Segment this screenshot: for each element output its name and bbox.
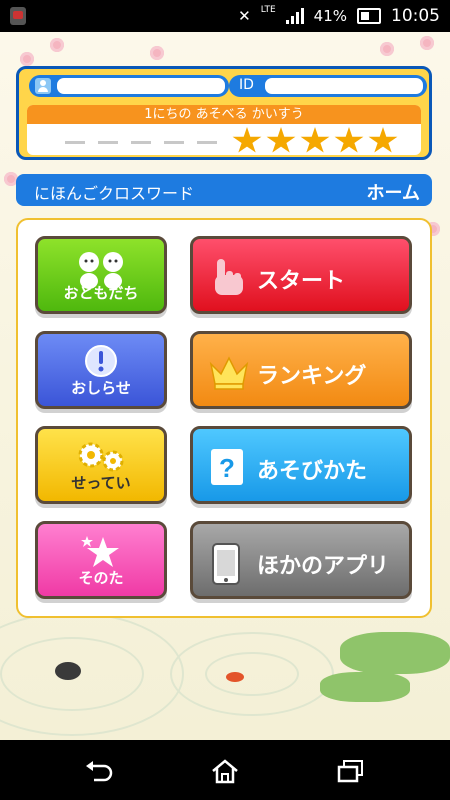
- clock: 10:05: [391, 6, 440, 26]
- play-count-stars: [232, 127, 398, 155]
- star-icon: [334, 127, 364, 153]
- howto-button[interactable]: ? あそびかた: [190, 426, 412, 504]
- star-icon: [368, 127, 398, 153]
- howto-label: あそびかた: [257, 459, 368, 484]
- back-icon[interactable]: [84, 758, 114, 784]
- water-ripple: [205, 652, 299, 696]
- settings-label: せってい: [71, 474, 131, 492]
- ranking-button[interactable]: ランキング: [190, 331, 412, 409]
- username-value: [57, 78, 225, 94]
- ranking-label: ランキング: [257, 364, 367, 389]
- friends-button[interactable]: おともだち: [35, 236, 167, 314]
- play-count-dashes: [65, 141, 217, 144]
- id-label: ID: [239, 77, 254, 93]
- star-icon: [232, 127, 262, 153]
- notice-button[interactable]: おしらせ: [35, 331, 167, 409]
- vibrate-icon: ✕: [238, 7, 251, 25]
- other-apps-label: ほかのアプリ: [257, 554, 390, 579]
- user-id-field: ID: [229, 75, 427, 97]
- status-bar: ✕ LTE 41% 10:05: [0, 0, 450, 32]
- start-button[interactable]: スタート: [190, 236, 412, 314]
- question-icon: ?: [209, 447, 245, 491]
- other-apps-button[interactable]: ほかのアプリ: [190, 521, 412, 599]
- battery-icon: [357, 8, 381, 24]
- daily-play-count: 1にちの あそべる かいすう: [27, 105, 421, 155]
- crown-icon: [209, 352, 249, 396]
- notice-label: おしらせ: [71, 379, 131, 397]
- other-button[interactable]: そのた: [35, 521, 167, 599]
- signal-icon: [285, 8, 304, 24]
- user-icon: [35, 78, 51, 94]
- username-field: [29, 75, 229, 97]
- goldfish-icon: [55, 662, 81, 680]
- blossom-decoration: [50, 38, 64, 52]
- star-icon: [300, 127, 330, 153]
- start-label: スタート: [257, 269, 346, 294]
- friends-label: おともだち: [63, 284, 139, 302]
- pine-tree-decoration: [340, 632, 450, 674]
- home-icon[interactable]: [210, 758, 240, 784]
- navigation-bar: [0, 740, 450, 800]
- settings-button[interactable]: せってい: [35, 426, 167, 504]
- profile-card: ID 1にちの あそべる かいすう: [16, 66, 432, 160]
- pointing-hand-icon: [209, 257, 249, 303]
- pine-tree-decoration: [320, 672, 410, 702]
- blossom-decoration: [420, 36, 434, 50]
- title-bar: にほんごクロスワード ホーム: [16, 174, 432, 206]
- mcafee-icon: [10, 7, 26, 25]
- smartphone-icon: [209, 542, 243, 590]
- blossom-decoration: [20, 52, 34, 66]
- play-count-label: 1にちの あそべる かいすう: [27, 105, 421, 124]
- battery-percent: 41%: [313, 7, 347, 25]
- recents-icon[interactable]: [336, 758, 366, 784]
- svg-text:?: ?: [219, 453, 235, 483]
- blossom-decoration: [380, 42, 394, 56]
- app-title: にほんごクロスワード: [34, 184, 195, 203]
- other-label: そのた: [78, 569, 124, 587]
- blossom-decoration: [150, 46, 164, 60]
- user-id-value: [265, 78, 423, 94]
- screen-title: ホーム: [366, 183, 420, 204]
- star-icon: [266, 127, 296, 153]
- maple-leaf-icon: [226, 672, 244, 682]
- network-label: LTE: [260, 5, 276, 15]
